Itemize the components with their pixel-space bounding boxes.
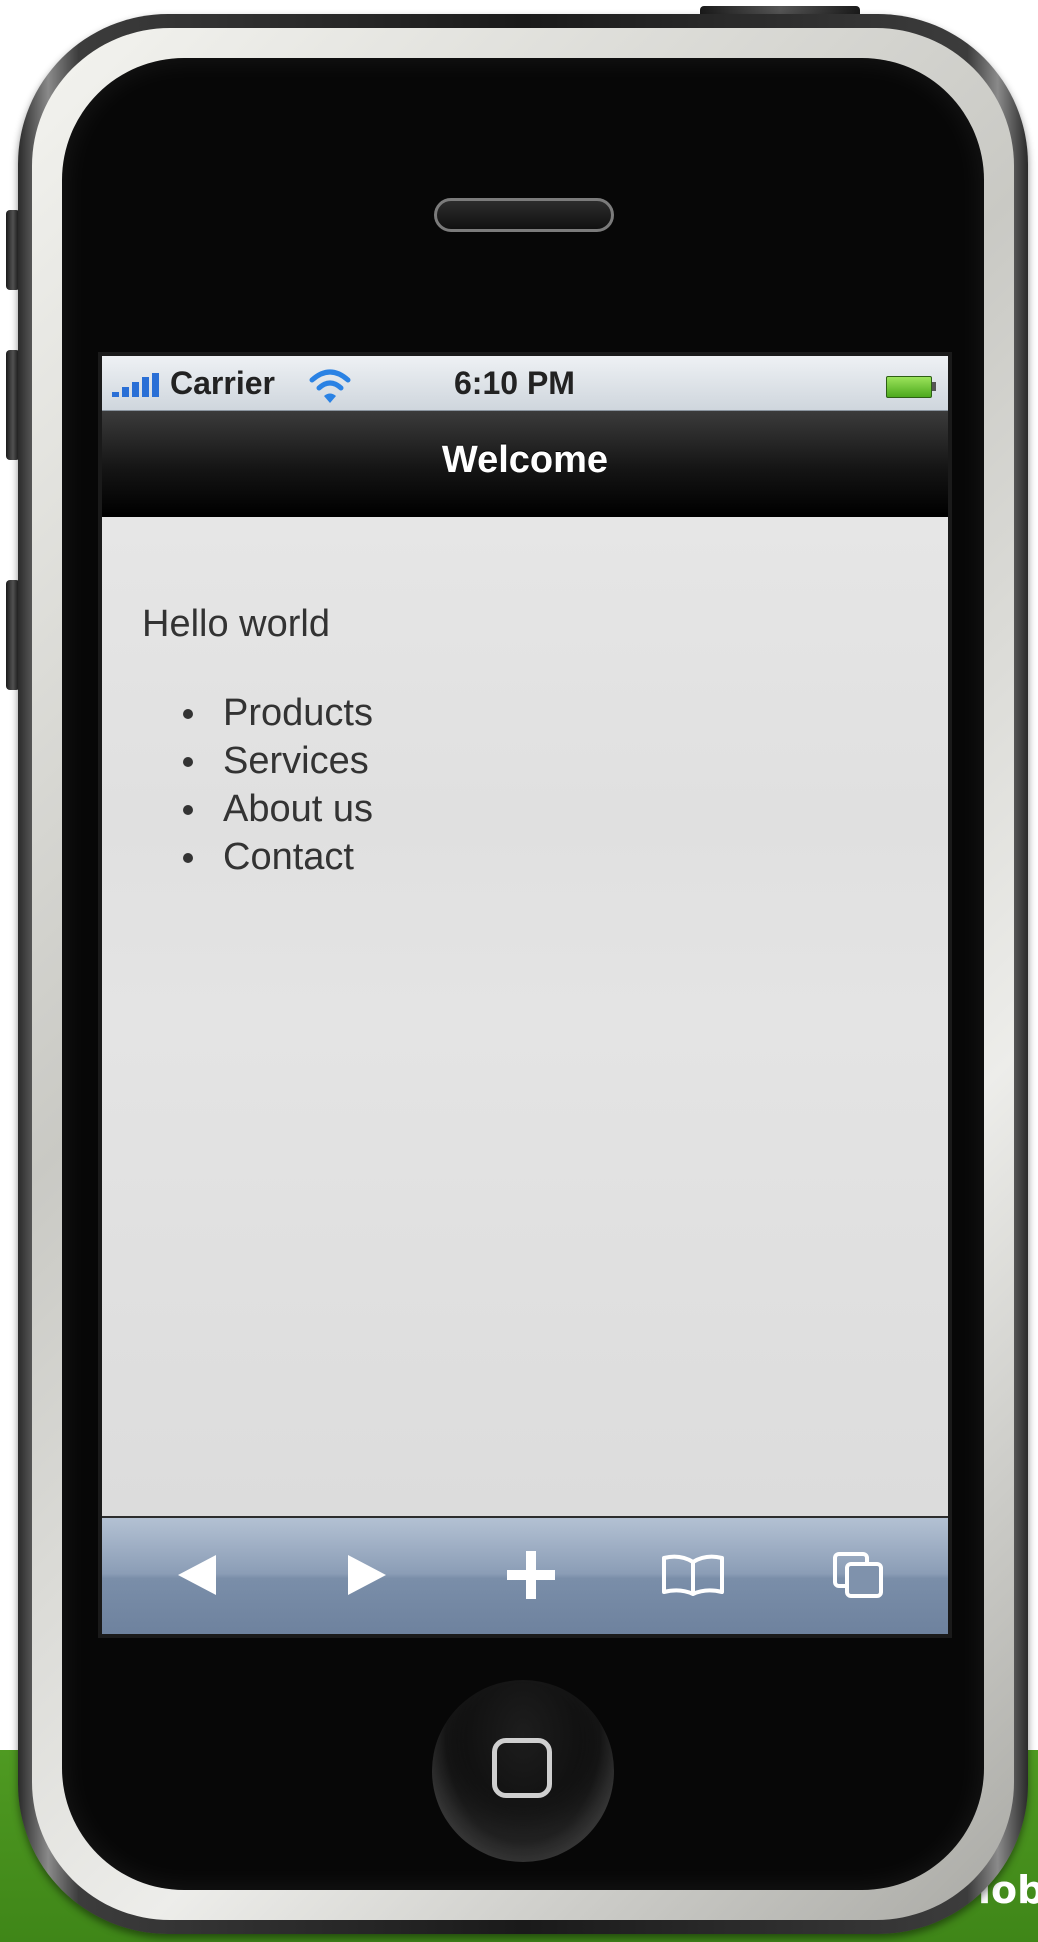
- clock-time: 6:10 PM: [454, 365, 575, 401]
- device-screen: Carrier 6:10 PM Welcome Hello world Prod…: [98, 352, 952, 1638]
- browser-toolbar: [102, 1516, 948, 1634]
- battery-full-icon: [886, 376, 936, 398]
- pages-button[interactable]: [824, 1542, 894, 1608]
- back-arrow-icon: [178, 1555, 216, 1595]
- add-plus-icon: [507, 1551, 555, 1599]
- navigation-bar: Welcome: [102, 411, 948, 517]
- status-bar: Carrier 6:10 PM: [102, 356, 948, 411]
- carrier-label: Carrier: [170, 365, 275, 401]
- signal-bars-icon: [112, 373, 166, 397]
- home-square-icon: [492, 1738, 552, 1798]
- page-title: Welcome: [441, 439, 609, 481]
- forward-arrow-icon: [348, 1555, 386, 1595]
- bookmarks-button[interactable]: [658, 1542, 728, 1608]
- add-button[interactable]: [496, 1542, 566, 1608]
- web-content: Hello world Products Services About us C…: [102, 517, 948, 1522]
- home-button[interactable]: [432, 1680, 614, 1862]
- back-button[interactable]: [162, 1542, 232, 1608]
- bookmarks-book-icon: [662, 1554, 724, 1596]
- wifi-icon: [309, 369, 351, 403]
- greeting-text: Hello world: [142, 603, 330, 645]
- menu-item-about-us[interactable]: About us: [177, 785, 373, 833]
- forward-button[interactable]: [332, 1542, 402, 1608]
- menu-item-contact[interactable]: Contact: [177, 833, 373, 881]
- pages-icon: [833, 1552, 883, 1598]
- menu-list: Products Services About us Contact: [177, 689, 373, 881]
- menu-item-products[interactable]: Products: [177, 689, 373, 737]
- menu-item-services[interactable]: Services: [177, 737, 373, 785]
- earpiece-speaker: [434, 198, 614, 232]
